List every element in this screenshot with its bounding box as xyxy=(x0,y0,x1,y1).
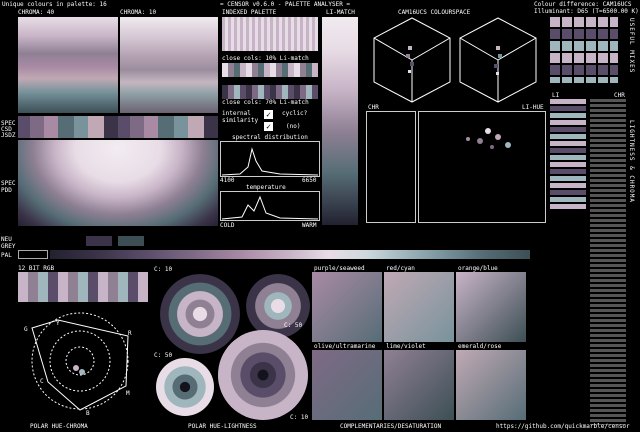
chr2-label: CHR xyxy=(614,92,625,99)
cyclic-checkbox[interactable]: ✓ xyxy=(264,122,273,131)
emerald-rose-panel xyxy=(456,350,526,420)
useful-mixes-vlabel: USEFUL MIXES xyxy=(628,18,635,74)
polar-hue-lightness-label: POLAR HUE-LIGHTNESS xyxy=(188,423,257,430)
indexed-palette-grid[interactable] xyxy=(222,17,318,51)
app-title: = CENSOR v0.6.0 - PALETTE ANALYSER = xyxy=(220,1,351,8)
internal-similarity-label: internal similarity xyxy=(222,110,259,124)
c50b-label: C: 50 xyxy=(154,352,173,359)
colour-difference-label: Colour difference: CAM16UCS xyxy=(534,1,632,8)
temperature-curve xyxy=(221,195,319,220)
c10a-label: C: 10 xyxy=(154,266,173,273)
purple-seaweed-label: purple/seaweed xyxy=(314,265,365,272)
grey-label: GREY xyxy=(1,243,16,250)
close10-strip xyxy=(222,63,318,77)
pal-selector[interactable] xyxy=(18,250,48,259)
polar-hue-chroma-label: POLAR HUE-CHROMA xyxy=(30,423,88,430)
li-hue-label: LI-HUE xyxy=(522,104,544,111)
large-gradient-panel xyxy=(18,140,218,226)
similarity-checkbox[interactable]: ✓ xyxy=(264,110,273,119)
li-hue-dots xyxy=(466,128,511,149)
cyclic-label: cyclic? xyxy=(282,110,308,117)
cam16ucs-label: CAM16UCS COLOURSPACE xyxy=(398,9,471,16)
spectral-max: 6650 xyxy=(302,177,317,184)
hue-B: B xyxy=(86,410,90,417)
spectral-label: spectral distribution xyxy=(232,134,308,141)
olive-ultramarine-panel xyxy=(312,350,382,420)
spec-band xyxy=(18,116,218,138)
close70-strip xyxy=(222,85,318,99)
cold-label: COLD xyxy=(220,222,235,229)
lime-violet-panel xyxy=(384,350,454,420)
red-cyan-label: red/cyan xyxy=(386,265,415,272)
chr-bars xyxy=(590,99,626,425)
jsdz-label: JSDZ xyxy=(1,132,16,139)
cam16ucs-cube-1 xyxy=(373,17,451,103)
hue-R: R xyxy=(128,330,132,337)
chr-label: CHR xyxy=(368,104,379,111)
grey-swatch-1 xyxy=(86,236,112,246)
useful-mixes-grid xyxy=(550,17,618,83)
spec2-label: SPEC xyxy=(1,180,16,187)
pal-label: PAL xyxy=(1,252,12,259)
hue-C: C xyxy=(40,378,44,385)
hue-lightness-ring-1 xyxy=(160,274,240,354)
cam16ucs-cube-2 xyxy=(459,17,537,103)
c10b-label: C: 10 xyxy=(290,414,309,421)
rgb12-panel xyxy=(18,272,148,302)
orange-blue-label: orange/blue xyxy=(458,265,498,272)
rgb12-label: 12 BIT RGB xyxy=(18,265,55,272)
li-label: LI xyxy=(552,92,560,99)
red-cyan-panel xyxy=(384,272,454,342)
complementaries-label: COMPLEMENTARIES/DESATURATION xyxy=(340,423,442,430)
close10-label: close cols: 10% Li-match xyxy=(222,55,309,62)
pdd-label: PDD xyxy=(1,187,12,194)
hue-lightness-ring-4 xyxy=(218,330,308,420)
lime-violet-label: lime/violet xyxy=(386,343,426,350)
hue-Y: Y xyxy=(56,320,60,327)
hue-lightness-ring-3 xyxy=(156,358,214,416)
lightness-chroma-vlabel: LIGHTNESS & CHROMA xyxy=(628,120,635,204)
github-link[interactable]: https://github.com/quickmarble/censor xyxy=(496,423,630,430)
indexed-palette-label: INDEXED PALETTE xyxy=(222,9,277,16)
emerald-rose-label: emerald/rose xyxy=(458,343,502,350)
chroma10-panel xyxy=(120,17,218,113)
c50a-label: C: 50 xyxy=(284,322,303,329)
li-match-label: LI-MATCH xyxy=(326,9,355,16)
grey-swatch-2 xyxy=(118,236,144,246)
polar-hue-chroma xyxy=(31,312,129,411)
illuminant-label: Illuminant: D65 (T=6500.00 K) xyxy=(534,8,639,15)
orange-blue-panel xyxy=(456,272,526,342)
chroma40-label: CHROMA: 40 xyxy=(18,9,55,16)
chroma40-panel xyxy=(18,17,118,113)
li-bars xyxy=(550,99,586,209)
li-match-strip xyxy=(322,17,358,225)
chr-plot xyxy=(366,111,416,223)
hue-G: G xyxy=(24,326,28,333)
spectral-curve xyxy=(221,147,319,176)
neu-label: NEU xyxy=(1,236,12,243)
olive-ultramarine-label: olive/ultramarine xyxy=(314,343,376,350)
purple-seaweed-panel xyxy=(312,272,382,342)
spectral-min: 4100 xyxy=(220,177,235,184)
warm-label: WARM xyxy=(302,222,317,229)
temperature-label: temperature xyxy=(246,184,286,191)
hue-M: M xyxy=(126,390,130,397)
chroma10-label: CHROMA: 10 xyxy=(120,9,157,16)
close70-label: close cols: 70% Li-match xyxy=(222,99,309,106)
palette-strip xyxy=(50,250,530,259)
cyclic-value: (no) xyxy=(286,123,301,130)
unique-colours-label: Unique colours in palette: 16 xyxy=(2,1,107,8)
